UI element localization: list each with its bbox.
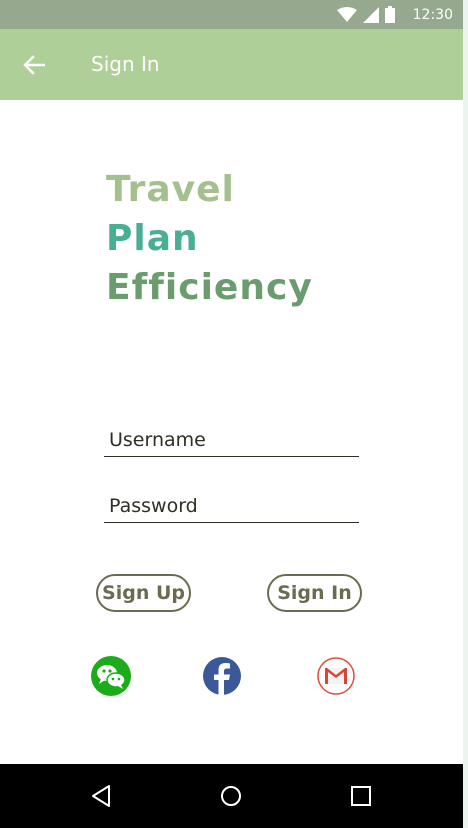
brand-logo-text: Travel Plan Efficiency (106, 165, 313, 312)
username-input[interactable] (104, 423, 359, 457)
gmail-login-button[interactable] (316, 656, 356, 696)
status-icons: 12:30 (336, 0, 453, 29)
facebook-icon (203, 657, 241, 696)
nav-home-button[interactable] (215, 780, 247, 812)
nav-back-button[interactable] (85, 780, 117, 812)
wechat-login-button[interactable] (91, 656, 131, 696)
signal-icon (362, 6, 379, 23)
arrow-left-icon (23, 55, 45, 75)
password-input[interactable] (104, 489, 359, 523)
gmail-icon (317, 657, 355, 695)
brand-line-plan: Plan (106, 218, 199, 259)
nav-recents-icon (351, 786, 371, 806)
page-title: Sign In (91, 52, 160, 76)
nav-recents-button[interactable] (345, 780, 377, 812)
nav-home-icon (221, 786, 241, 806)
facebook-login-button[interactable] (202, 656, 242, 696)
wifi-icon (336, 6, 357, 22)
system-nav-bar (0, 764, 463, 828)
sign-up-button[interactable]: Sign Up (96, 574, 191, 612)
back-button[interactable] (14, 47, 54, 83)
app-screen: 12:30 Sign In Travel Plan Efficiency Sig… (0, 0, 463, 828)
brand-line-efficiency: Efficiency (106, 267, 313, 308)
nav-back-icon (92, 785, 110, 807)
wechat-icon (91, 656, 131, 696)
status-time: 12:30 (412, 6, 453, 23)
brand-line-travel: Travel (106, 169, 235, 210)
sign-in-button[interactable]: Sign In (267, 574, 362, 612)
app-bar: Sign In (0, 29, 463, 100)
status-bar: 12:30 (0, 0, 463, 29)
battery-icon (384, 6, 395, 23)
